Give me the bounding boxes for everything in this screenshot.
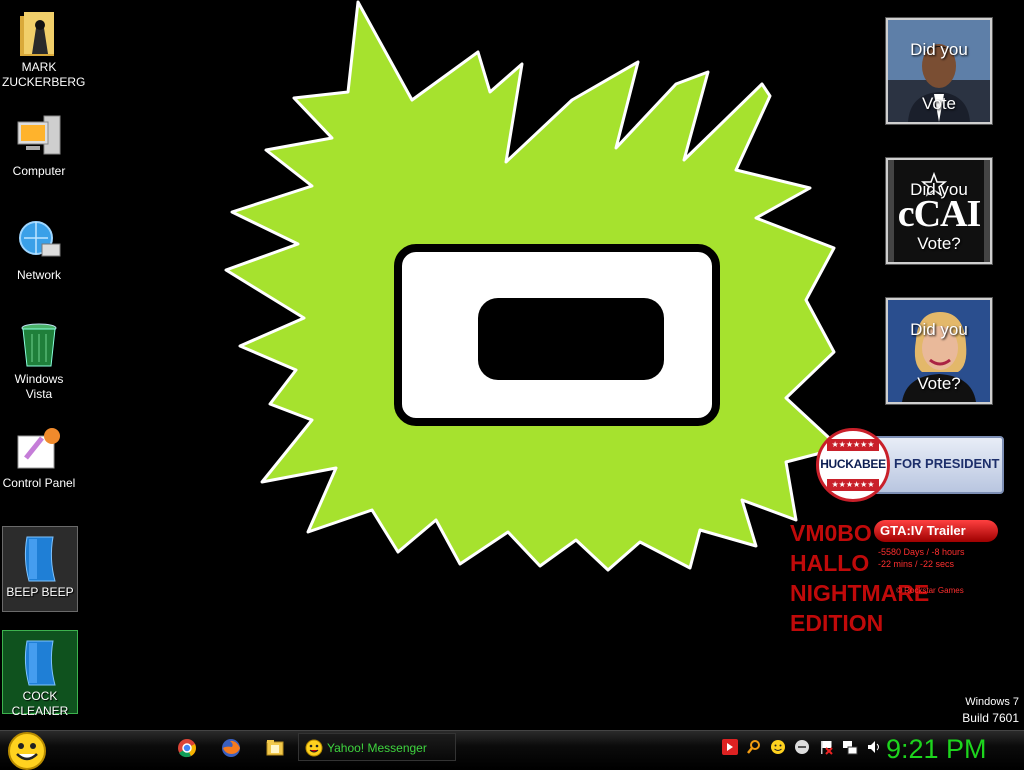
gta-title: GTA:IV Trailer [874, 520, 998, 542]
gta-countdown: -5580 Days / -8 hours -22 mins / -22 sec… [878, 546, 965, 570]
gta-countdown-line1: -5580 Days / -8 hours [878, 547, 965, 557]
blue-document-icon [24, 640, 56, 686]
gta-credit: © Rockstar Games [896, 586, 964, 595]
yahoo-smiley-icon [305, 739, 323, 757]
recycle-bin-icon [21, 323, 57, 367]
desktop-icon-label: Computer [12, 164, 66, 178]
stars-band-bottom: ★★★★★★ [827, 479, 879, 491]
blue-document-icon [24, 536, 56, 582]
vote-line2: Vote [921, 94, 957, 113]
desktop-icon-beep-beep[interactable]: BEEP BEEP [2, 526, 78, 612]
desktop-icon-network[interactable]: Network [2, 210, 76, 283]
windows-build-watermark: Windows 7 Build 7601 [962, 694, 1019, 726]
smiley-icon[interactable] [770, 739, 786, 755]
red-line: EDITION [790, 610, 884, 636]
face-icon[interactable] [794, 739, 810, 755]
os-name: Windows 7 [965, 696, 1019, 708]
flag-icon[interactable] [818, 739, 834, 755]
build-number: Build 7601 [962, 711, 1019, 725]
desktop-icon-mark-zuckerberg[interactable]: MARK ZUCKERBERG [2, 2, 86, 90]
gta-countdown-gadget[interactable]: GTA:IV Trailer -5580 Days / -8 hours -22… [874, 520, 1002, 600]
taskbar-yahoo-messenger[interactable]: Yahoo! Messenger [298, 733, 456, 761]
desktop-icon-control-panel[interactable]: Control Panel [2, 418, 76, 491]
chrome-icon[interactable] [174, 736, 200, 760]
huckabee-tagline: FOR PRESIDENT [894, 456, 1000, 471]
control-panel-icon [17, 428, 60, 469]
user-folder-icon [20, 12, 54, 56]
vote-gadget-obama[interactable]: Did you Vote [886, 18, 992, 124]
huckabee-name: HUCKABEE [820, 457, 886, 471]
desktop-icon-label: BEEP BEEP [6, 585, 74, 599]
computer-icon [17, 115, 61, 155]
vote-gadget-ccai[interactable]: cCAI Did you Vote? [886, 158, 992, 264]
desktop-icon-label: Control Panel [2, 476, 76, 490]
huckabee-gadget[interactable]: FOR PRESIDENT ★★★★★★ HUCKABEE ★★★★★★ [816, 428, 1004, 504]
folder-icon[interactable] [262, 736, 288, 760]
desktop-icon-cock-cleaner[interactable]: COCK CLEANER [2, 630, 78, 718]
desktop-icon-label: Windows Vista [14, 372, 64, 401]
taskbar-item-label: Yahoo! Messenger [327, 741, 427, 755]
gta-countdown-line2: -22 mins / -22 secs [878, 559, 955, 569]
search-icon[interactable] [746, 739, 762, 755]
firefox-icon[interactable] [218, 736, 244, 760]
desktop-icon-windows-vista[interactable]: Windows Vista [2, 314, 76, 402]
volume-icon[interactable] [866, 739, 882, 755]
vote-line2: Vote? [917, 374, 961, 393]
stars-band-top: ★★★★★★ [827, 439, 879, 451]
vote-line1: Did you [910, 180, 968, 199]
desktop-icon-label: Network [16, 268, 61, 282]
vote-line1: Did you [910, 40, 968, 59]
desktop-icon-computer[interactable]: Computer [2, 106, 76, 179]
taskbar-clock[interactable]: 9:21 PM [886, 732, 987, 766]
vote-line2: Vote? [917, 234, 961, 253]
smiley-start-icon[interactable] [6, 730, 48, 770]
network-icon[interactable] [842, 739, 858, 755]
vote-gadget-hillary[interactable]: Did you Vote? [886, 298, 992, 404]
desktop-icon-label: COCK CLEANER [11, 689, 69, 718]
vote-line1: Did you [910, 320, 968, 339]
network-icon [19, 221, 61, 257]
huckabee-seal: ★★★★★★ HUCKABEE ★★★★★★ [816, 428, 890, 502]
desktop-icon-label: MARK ZUCKERBERG [2, 60, 86, 89]
red-app-icon[interactable] [722, 739, 738, 755]
